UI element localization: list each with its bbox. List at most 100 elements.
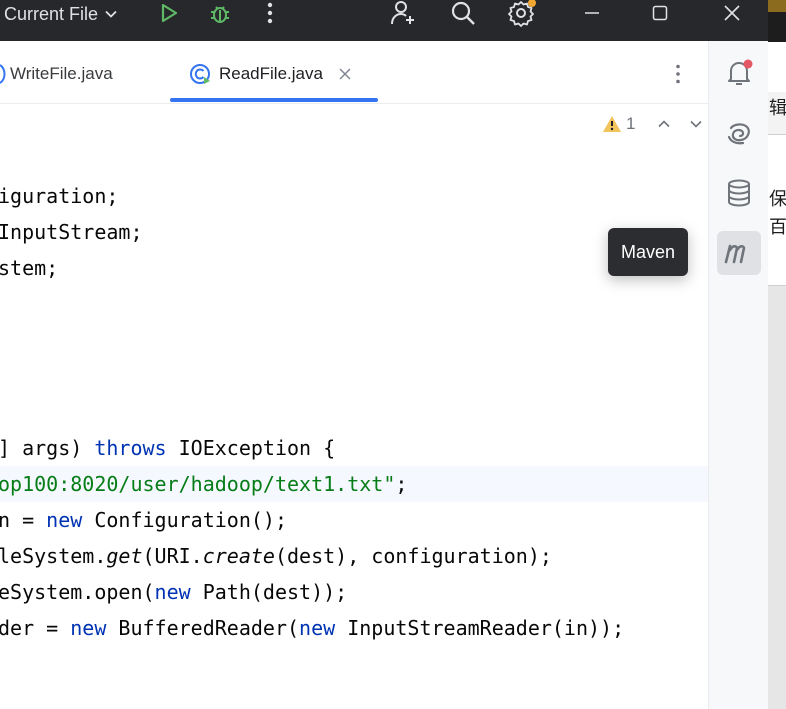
code-line[interactable]: der = new BufferedReader(new InputStream… (0, 610, 708, 646)
editor-tab-bar: WriteFile.java ReadFile.java (0, 41, 708, 104)
run-icon (161, 3, 178, 23)
code-line-text: stem; (0, 250, 58, 286)
code-token: throws (94, 436, 167, 460)
close-tab-icon[interactable] (339, 68, 351, 80)
code-token: Configuration(); (82, 508, 287, 532)
code-token: new (299, 616, 336, 640)
more-vertical-icon (267, 2, 273, 24)
background-window-scrollbar (768, 286, 786, 709)
maximize-icon (652, 5, 668, 21)
tab-writefile[interactable]: WriteFile.java (0, 62, 113, 86)
code-line[interactable]: leSystem.get(URI.create(dest), configura… (0, 538, 708, 574)
code-token: ] args) (0, 436, 95, 460)
run-button[interactable] (156, 0, 182, 26)
notifications-button[interactable] (717, 51, 761, 95)
debug-icon (211, 6, 229, 23)
code-token: Path(dest)); (190, 580, 348, 604)
code-token: (URI. (142, 544, 203, 568)
background-window-panel: 保 百 (768, 134, 786, 286)
code-line[interactable] (0, 358, 708, 394)
background-window: 辑 保 百 (768, 0, 786, 709)
code-line[interactable] (0, 394, 708, 430)
code-token: leSystem. (0, 544, 107, 568)
code-token: (dest), configuration); (274, 544, 552, 568)
settings-button[interactable] (506, 0, 538, 27)
search-icon (451, 1, 475, 25)
code-line[interactable]: InputStream; (0, 214, 708, 250)
code-line-text: n = new Configuration(); (0, 502, 287, 538)
background-window-edge (768, 0, 786, 12)
code-line-text: op100:8020/user/hadoop/text1.txt"; (0, 466, 407, 502)
run-config-label: Current File (4, 4, 99, 24)
code-line-text: ] args) throws IOException { (0, 430, 335, 466)
code-line-text: leSystem.get(URI.create(dest), configura… (0, 538, 552, 574)
code-line-text: der = new BufferedReader(new InputStream… (0, 610, 624, 646)
code-line[interactable]: op100:8020/user/hadoop/text1.txt"; (0, 466, 708, 502)
code-token: BufferedReader( (106, 616, 300, 640)
code-token: get (106, 544, 143, 568)
code-line[interactable]: n = new Configuration(); (0, 502, 708, 538)
code-token: create (202, 544, 275, 568)
notifications-icon (728, 59, 753, 85)
code-line[interactable]: stem; (0, 250, 708, 286)
inspection-widget[interactable]: 1 (602, 114, 703, 134)
background-window-titlebar (768, 12, 786, 42)
background-window-text: 保 (769, 189, 786, 209)
search-button[interactable] (448, 0, 478, 26)
active-tab-indicator (170, 98, 378, 102)
maven-tooltip: Maven (608, 228, 688, 276)
tab-label: ReadFile.java (219, 64, 323, 83)
background-window-text: 辑 (769, 98, 786, 118)
ai-assistant-icon (727, 123, 750, 145)
code-line-text: InputStream; (0, 214, 143, 250)
chevron-down-icon[interactable] (689, 117, 703, 131)
tab-label: WriteFile.java (10, 64, 113, 83)
code-token: new (70, 616, 107, 640)
more-actions-button[interactable] (258, 0, 282, 26)
code-line-text: iguration; (0, 178, 118, 214)
warning-icon (603, 116, 621, 132)
settings-icon (508, 0, 536, 27)
code-token: eSystem.open( (0, 580, 155, 604)
code-token: n = (0, 508, 47, 532)
title-bar: Current File (0, 0, 768, 41)
background-window-toolbar (768, 42, 786, 92)
code-with-me-button[interactable] (388, 0, 418, 26)
code-token: InputStream; (0, 220, 143, 244)
warning-count: 1 (626, 114, 636, 133)
database-button[interactable] (717, 171, 761, 215)
close-icon (724, 5, 740, 21)
ai-assistant-button[interactable] (717, 111, 761, 155)
code-line[interactable]: ] args) throws IOException { (0, 430, 708, 466)
background-window-text: 百 (769, 217, 786, 237)
close-window-button[interactable] (720, 0, 744, 26)
maven-button[interactable] (717, 231, 761, 275)
maximize-button[interactable] (648, 0, 672, 26)
code-line-text: eSystem.open(new Path(dest)); (0, 574, 347, 610)
code-token: op100:8020/user/hadoop/text1.txt" (0, 472, 396, 496)
code-token: iguration; (0, 184, 119, 208)
java-class-runnable-icon (190, 64, 210, 84)
code-token: ; (395, 472, 408, 496)
code-token: stem; (0, 256, 59, 280)
tab-readfile[interactable]: ReadFile.java (189, 62, 351, 86)
chevron-down-icon (105, 10, 117, 18)
code-line[interactable] (0, 322, 708, 358)
database-icon (728, 179, 750, 207)
right-tool-window-bar (708, 41, 769, 709)
chevron-up-icon[interactable] (657, 117, 671, 131)
code-token: new (46, 508, 83, 532)
minimize-icon (585, 12, 599, 14)
tab-options-button[interactable] (672, 63, 684, 90)
debug-button[interactable] (206, 0, 234, 26)
run-config-selector[interactable]: Current File (4, 2, 118, 26)
code-editor[interactable]: 1 iguration; InputStream; stem; ] args) thr… (0, 104, 708, 709)
code-line[interactable]: eSystem.open(new Path(dest)); (0, 574, 708, 610)
java-file-icon (0, 64, 6, 84)
code-line[interactable] (0, 286, 708, 322)
code-line[interactable]: iguration; (0, 178, 708, 214)
minimize-button[interactable] (580, 0, 604, 26)
code-token: InputStreamReader(in)); (335, 616, 625, 640)
more-vertical-icon (676, 64, 680, 84)
add-user-icon (391, 1, 414, 25)
